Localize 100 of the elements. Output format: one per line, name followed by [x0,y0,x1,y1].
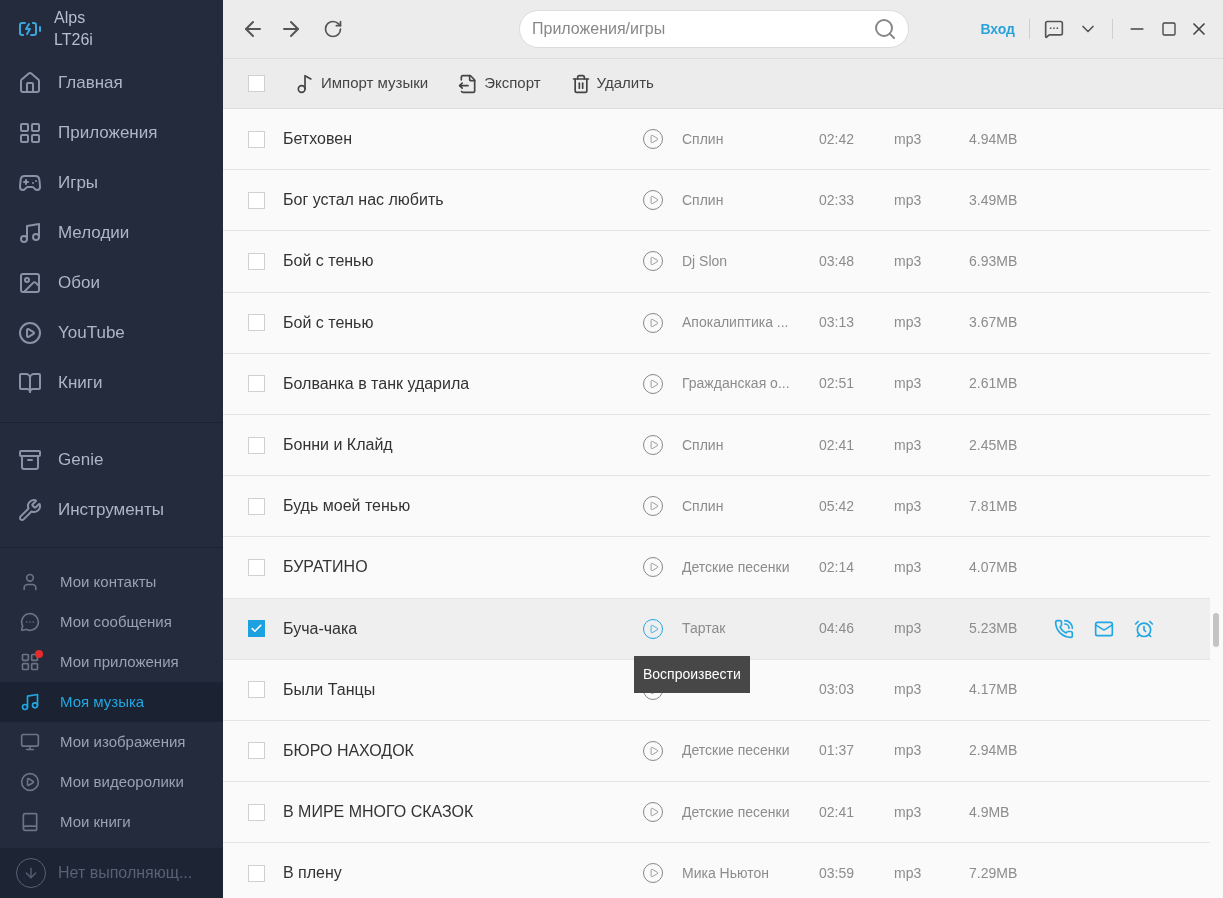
artist-name: Тартак [682,619,726,639]
nav-item[interactable]: YouTube [0,308,223,358]
artist-name: Детские песенки [682,557,790,577]
row-checkbox[interactable] [248,497,265,515]
row-checkbox[interactable] [248,558,265,576]
file-size: 4.17MB [969,680,1019,700]
tasks-bar: Нет выполняющ... [0,848,223,898]
file-format: mp3 [894,251,923,271]
file-format: mp3 [894,190,923,210]
file-format: mp3 [894,680,923,700]
maximize-icon[interactable] [1161,21,1177,37]
song-title: Бой с тенью [283,312,375,333]
alarm-clock-icon[interactable] [1134,618,1154,639]
file-size: 3.67MB [969,313,1019,333]
search-field[interactable]: Приложения/игры [519,10,909,48]
file-size: 2.61MB [969,374,1019,394]
nav-item[interactable]: Genie [0,435,223,485]
file-format: mp3 [894,557,923,577]
row-checkbox[interactable] [248,864,265,882]
song-title: В МИРЕ МНОГО СКАЗОК [283,802,475,823]
song-row[interactable]: Буча-чака Тартак 04:46 mp3 5.23MB [223,598,1210,660]
artist-name: Сплин [682,190,724,210]
file-format: mp3 [894,741,923,761]
file-size: 3.49MB [969,190,1019,210]
duration: 03:13 [819,313,856,333]
file-size: 2.94MB [969,741,1019,761]
song-title: Буча-чака [283,618,359,639]
nav-item[interactable]: Мои контакты [0,562,223,602]
song-title: Болванка в танк ударила [283,373,471,394]
row-checkbox[interactable] [248,681,265,699]
song-title: Бог устал нас любить [283,190,445,211]
export-icon [458,73,479,94]
duration: 02:33 [819,190,856,210]
file-size: 7.29MB [969,863,1019,883]
duration: 05:42 [819,496,856,516]
scrollbar-thumb[interactable] [1213,613,1219,647]
nav-item[interactable]: Книги [0,358,223,408]
row-checkbox[interactable] [248,803,265,821]
nav-item[interactable]: Мои изображения [0,722,223,762]
nav-item[interactable]: Мелодии [0,208,223,258]
file-format: mp3 [894,802,923,822]
phone-icon[interactable] [1054,618,1074,639]
file-format: mp3 [894,374,923,394]
file-format: mp3 [894,313,923,333]
duration: 03:59 [819,863,856,883]
file-size: 4.9MB [969,802,1011,822]
toolbar-button[interactable]: Экспорт [458,72,541,95]
home-icon [18,71,42,95]
refresh-icon[interactable] [323,19,343,39]
message-icon[interactable] [1044,19,1064,39]
artist-name: Сплин [682,129,724,149]
row-checkbox[interactable] [248,620,265,638]
file-format: mp3 [894,619,923,639]
select-all-checkbox[interactable] [248,75,265,92]
artist-name: Сплин [682,496,724,516]
song-title: Бонни и Клайд [283,435,394,456]
nav-item[interactable]: Игры [0,158,223,208]
book-icon [20,812,40,832]
row-checkbox[interactable] [248,742,265,760]
row-checkbox[interactable] [248,130,265,148]
row-checkbox[interactable] [248,436,265,454]
song-title: Бетховен [283,129,353,150]
song-title: БЮРО НАХОДОК [283,740,415,761]
duration: 02:14 [819,557,856,577]
chest-icon [18,448,42,472]
duration: 02:41 [819,802,856,822]
file-size: 7.81MB [969,496,1019,516]
row-checkbox[interactable] [248,314,265,332]
duration: 04:46 [819,619,856,639]
nav-item[interactable]: Моя музыка [0,682,223,722]
toolbar-button[interactable]: Удалить [570,72,654,95]
nav-item[interactable]: Обои [0,258,223,308]
row-checkbox[interactable] [248,375,265,393]
nav-item[interactable]: Мои видеоролики [0,762,223,802]
artist-name: Гражданская о... [682,374,790,394]
nav-item[interactable]: Инструменты [0,485,223,535]
toolbar-button[interactable]: Импорт музыки [295,72,429,95]
row-checkbox[interactable] [248,191,265,209]
duration: 03:48 [819,251,856,271]
file-format: mp3 [894,863,923,883]
file-size: 2.45MB [969,435,1019,455]
row-checkbox[interactable] [248,252,265,270]
duration: 01:37 [819,741,856,761]
file-size: 6.93MB [969,251,1019,271]
play-circle-icon [18,321,42,345]
artist-name: Апокалиптика ... [682,313,789,333]
nav-item[interactable]: Мои сообщения [0,602,223,642]
music-note-icon [18,221,42,245]
nav-item[interactable]: Приложения [0,108,223,158]
file-size: 5.23MB [969,619,1019,639]
song-title: БУРАТИНО [283,557,369,578]
duration: 02:51 [819,374,856,394]
music-note-icon [20,692,40,712]
tooltip: Воспроизвести [634,655,750,693]
nav-item[interactable]: Главная [0,58,223,108]
search-icon[interactable] [873,17,897,41]
nav-item[interactable]: Мои книги [0,802,223,842]
file-size: 4.94MB [969,129,1019,149]
nav-item[interactable]: Мои приложения [0,642,223,682]
file-format: mp3 [894,496,923,516]
